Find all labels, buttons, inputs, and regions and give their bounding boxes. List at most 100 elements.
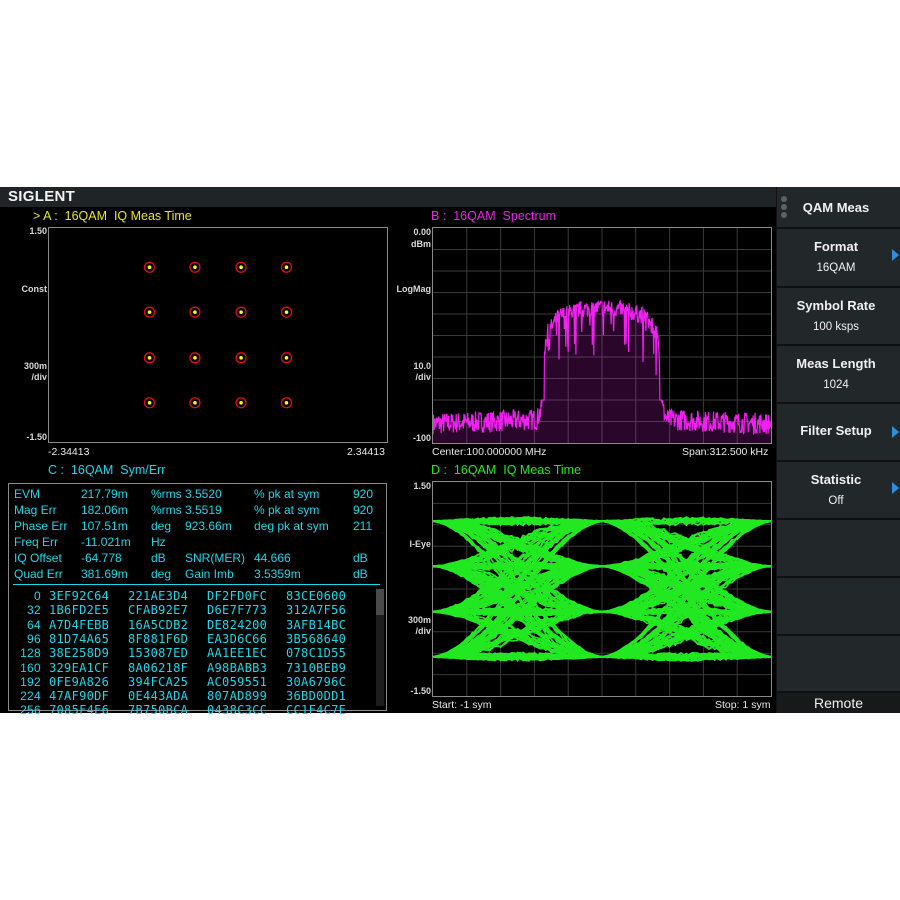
panel-d-y-label: I-Eye	[409, 539, 431, 549]
softkey-symbol-rate[interactable]: Symbol Rate 100 ksps	[777, 288, 900, 344]
panel-b-y-ref-unit: dBm	[411, 239, 431, 249]
symbol-word: 7085F4E6	[49, 703, 110, 718]
sym-err-table: EVM 217.79m %rms 3.5520 % pk at sym 920 Mag Er…	[8, 483, 387, 717]
symbol-word: 3B568640	[286, 631, 347, 646]
symbol-word: 312A7F56	[286, 603, 347, 618]
metric-v3: 920	[353, 487, 374, 501]
panel-a-y-top: 1.50	[29, 226, 47, 236]
softkey-label: Filter Setup	[800, 423, 872, 438]
constellation-point	[193, 310, 197, 314]
constellation-point	[284, 356, 289, 360]
constellation-point	[147, 265, 152, 270]
metric-v1: 381.69m	[81, 567, 128, 581]
symbol-word: 1B6FD2E5	[49, 603, 110, 618]
constellation-point	[239, 356, 243, 360]
metric-u1: dB	[151, 551, 166, 565]
panel-d-start: Start: -1 sym	[432, 699, 492, 711]
symbol-index: 128	[20, 646, 41, 661]
symbol-word: 7310BEB9	[286, 660, 347, 675]
symbol-word: 3EF92C64	[49, 589, 110, 603]
symbol-index: 64	[27, 617, 41, 632]
metric-name: Mag Err	[14, 503, 57, 517]
metric-u2: deg pk at sym	[254, 519, 329, 533]
eye-diagram-plot[interactable]	[432, 481, 772, 697]
panel-d-title: D : 16QAM IQ Meas Time	[431, 463, 582, 477]
spectrum-plot[interactable]	[432, 227, 772, 444]
symbol-index: 256	[20, 703, 41, 718]
constellation-point	[193, 356, 197, 360]
symbol-index: 192	[20, 674, 41, 689]
softkey-empty-6[interactable]	[777, 578, 900, 634]
symbol-word: 83CE0600	[286, 589, 347, 603]
symbol-word: 0438C3CC	[207, 703, 268, 718]
constellation-point	[284, 265, 289, 270]
panel-a-x-left: -2.34413	[48, 446, 90, 458]
scrollbar-thumb[interactable]	[376, 589, 384, 615]
softkey-format[interactable]: Format 16QAM	[777, 229, 900, 286]
metric-u1: deg	[151, 567, 172, 581]
softkey-empty-5[interactable]	[777, 520, 900, 576]
constellation-svg	[143, 261, 293, 409]
panel-d-y-top: 1.50	[413, 481, 431, 491]
symbol-word: EA3D6C66	[207, 631, 268, 646]
symbol-word: 329EA1CF	[49, 660, 110, 675]
softkey-empty-7[interactable]	[777, 636, 900, 691]
constellation-point	[284, 310, 289, 314]
panel-a-y-scale-unit: /div	[31, 372, 47, 382]
remote-indicator: Remote	[777, 693, 900, 713]
submenu-arrow-icon	[892, 482, 899, 494]
symbol-word: 7B750BCA	[128, 703, 189, 718]
panel-c-title: C : 16QAM Sym/Err	[48, 463, 166, 477]
metric-u1: %rms	[151, 487, 182, 501]
metric-v2: SNR(MER)	[185, 551, 245, 565]
constellation-point	[193, 265, 197, 270]
softkey-meas-length[interactable]: Meas Length 1024	[777, 346, 900, 402]
symbol-word: AC059551	[207, 674, 268, 689]
symbol-word: 221AE3D4	[128, 589, 189, 603]
separator	[13, 584, 380, 585]
constellation-point	[193, 400, 197, 405]
panel-a-y-label: Const	[21, 284, 48, 294]
symbol-word: 47AF90DF	[49, 689, 110, 704]
metric-u1: deg	[151, 519, 172, 533]
constellation-point	[147, 400, 152, 405]
softkey-label: Format	[813, 239, 859, 254]
metric-v1: 182.06m	[81, 503, 128, 517]
symbol-word: 36BD0DD1	[286, 689, 347, 704]
symbol-word: AA1EE1EC	[207, 646, 268, 661]
metric-u1: %rms	[151, 503, 182, 517]
symbol-word: 30A6796C	[286, 674, 347, 689]
panel-a-y-scale: 300m	[23, 361, 47, 371]
metric-u2: % pk at sym	[254, 503, 320, 517]
symbol-word: 8A06218F	[128, 660, 189, 675]
constellation-point	[239, 310, 243, 314]
panel-d-y-bottom: -1.50	[410, 686, 431, 696]
symbol-scrollbar[interactable]	[376, 589, 384, 706]
panel-b-y-ref: 0.00	[413, 227, 431, 237]
submenu-arrow-icon	[892, 249, 899, 261]
submenu-arrow-icon	[892, 426, 899, 438]
metric-v2: 923.66m	[185, 519, 232, 533]
symbol-word: 8F881F6D	[128, 631, 189, 646]
constellation-plot[interactable]	[48, 227, 388, 443]
softkey-filter-setup[interactable]: Filter Setup	[777, 404, 900, 460]
panel-a-y-bottom: -1.50	[26, 432, 47, 442]
symbol-word: A7D4FEBB	[49, 617, 110, 632]
eye-svg	[433, 482, 771, 696]
metric-v3: 920	[353, 503, 374, 517]
softkey-menu-title: QAM Meas	[777, 187, 900, 227]
symbol-word: 16A5CDB2	[128, 617, 189, 632]
softkey-value: 1024	[823, 379, 849, 391]
metric-v1: 217.79m	[81, 487, 128, 501]
metric-u2: 3.5359m	[254, 567, 301, 581]
symbol-word: 394FCA25	[128, 674, 189, 689]
symbol-word: A98BABB3	[207, 660, 268, 675]
menu-title: QAM Meas	[802, 200, 870, 215]
softkey-label: Meas Length	[796, 356, 876, 371]
softkey-statistic[interactable]: Statistic Off	[777, 462, 900, 518]
constellation-point	[239, 400, 243, 405]
symbol-word: 078C1D55	[286, 646, 347, 661]
symbol-word: 0E443ADA	[128, 689, 189, 704]
symbol-index: 160	[20, 660, 41, 675]
metric-u2: 44.666	[254, 551, 291, 565]
